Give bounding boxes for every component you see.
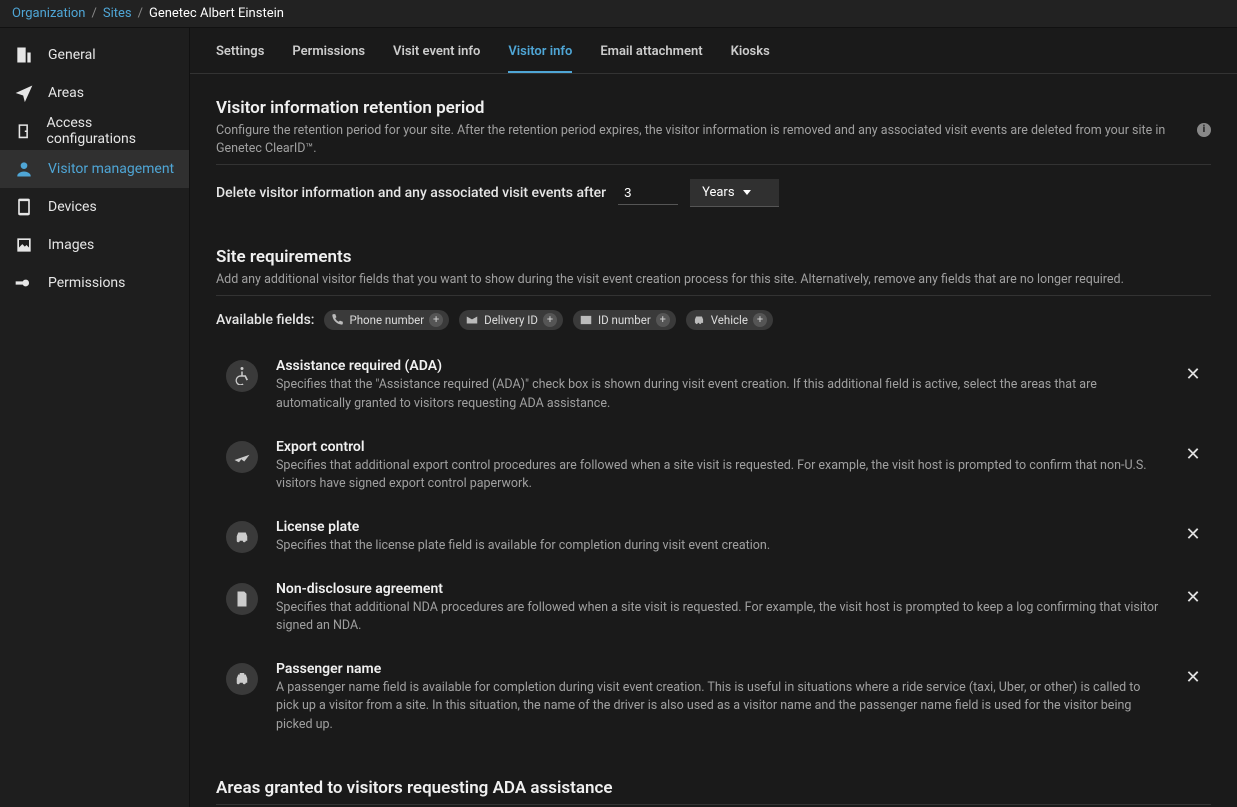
site-requirements-description: Add any additional visitor fields that y… bbox=[216, 271, 1211, 296]
visitor-icon bbox=[14, 159, 34, 179]
car-icon bbox=[226, 521, 258, 553]
requirement-description: Specifies that the license plate field i… bbox=[276, 537, 1163, 555]
requirement-title: Non-disclosure agreement bbox=[276, 581, 1163, 597]
sidebar-item-label: Access configurations bbox=[47, 115, 175, 147]
remove-icon[interactable]: ✕ bbox=[1181, 362, 1205, 386]
sidebar-item-general[interactable]: General bbox=[0, 36, 189, 74]
requirement-title: License plate bbox=[276, 519, 1163, 535]
key-icon bbox=[14, 273, 34, 293]
breadcrumb-sites[interactable]: Sites bbox=[103, 6, 132, 21]
chip-id-number[interactable]: ID number + bbox=[573, 310, 676, 330]
chip-label: Phone number bbox=[349, 313, 424, 327]
add-icon[interactable]: + bbox=[543, 313, 557, 327]
requirement-description: A passenger name field is available for … bbox=[276, 679, 1163, 733]
available-fields-label: Available fields: bbox=[216, 312, 314, 328]
retention-row-label: Delete visitor information and any assoc… bbox=[216, 185, 606, 201]
requirement-assistance-required-ada: Assistance required (ADA) Specifies that… bbox=[216, 348, 1211, 428]
add-icon[interactable]: + bbox=[429, 313, 443, 327]
wheelchair-icon bbox=[226, 360, 258, 392]
sidebar-item-label: Images bbox=[48, 237, 94, 253]
retention-unit-value: Years bbox=[702, 185, 734, 200]
sidebar-item-label: Devices bbox=[48, 199, 97, 215]
tab-visitor-info[interactable]: Visitor info bbox=[508, 44, 572, 73]
requirement-title: Passenger name bbox=[276, 661, 1163, 677]
navigation-icon bbox=[14, 83, 34, 103]
retention-heading: Visitor information retention period bbox=[216, 98, 1211, 118]
door-icon bbox=[14, 121, 33, 141]
site-requirements-heading: Site requirements bbox=[216, 247, 1211, 267]
retention-value-input[interactable] bbox=[618, 181, 678, 205]
image-icon bbox=[14, 235, 34, 255]
add-icon[interactable]: + bbox=[656, 313, 670, 327]
chip-delivery-id[interactable]: Delivery ID + bbox=[459, 310, 563, 330]
chip-phone-number[interactable]: Phone number + bbox=[324, 310, 449, 330]
sidebar-item-visitor-management[interactable]: Visitor management bbox=[0, 150, 189, 188]
tab-permissions[interactable]: Permissions bbox=[292, 44, 365, 73]
sidebar-item-label: General bbox=[48, 47, 96, 63]
retention-description: Configure the retention period for your … bbox=[216, 122, 1211, 165]
remove-icon[interactable]: ✕ bbox=[1181, 443, 1205, 467]
taxi-icon bbox=[226, 663, 258, 695]
tab-kiosks[interactable]: Kiosks bbox=[731, 44, 770, 73]
info-icon[interactable]: i bbox=[1197, 123, 1211, 137]
document-icon bbox=[226, 583, 258, 615]
tab-email-attachment[interactable]: Email attachment bbox=[600, 44, 702, 73]
breadcrumb-organization[interactable]: Organization bbox=[12, 6, 85, 21]
requirement-nda: Non-disclosure agreement Specifies that … bbox=[216, 571, 1211, 651]
device-icon bbox=[14, 197, 34, 217]
chevron-down-icon bbox=[743, 190, 751, 195]
add-icon[interactable]: + bbox=[753, 313, 767, 327]
package-icon bbox=[465, 313, 479, 327]
ada-areas-heading: Areas granted to visitors requesting ADA… bbox=[216, 778, 1211, 798]
sidebar-item-access-configurations[interactable]: Access configurations bbox=[0, 112, 189, 150]
sidebar-item-label: Permissions bbox=[48, 275, 125, 291]
breadcrumb-current: Genetec Albert Einstein bbox=[149, 6, 284, 21]
chip-label: Delivery ID bbox=[484, 313, 538, 327]
sidebar-item-devices[interactable]: Devices bbox=[0, 188, 189, 226]
requirement-description: Specifies that additional NDA procedures… bbox=[276, 599, 1163, 635]
main-content: Settings Permissions Visit event info Vi… bbox=[190, 28, 1237, 807]
sidebar-item-areas[interactable]: Areas bbox=[0, 74, 189, 112]
remove-icon[interactable]: ✕ bbox=[1181, 585, 1205, 609]
sidebar-item-label: Areas bbox=[48, 85, 84, 101]
building-icon bbox=[14, 45, 34, 65]
requirement-passenger-name: Passenger name A passenger name field is… bbox=[216, 651, 1211, 749]
requirement-description: Specifies that additional export control… bbox=[276, 457, 1163, 493]
breadcrumb: Organization / Sites / Genetec Albert Ei… bbox=[0, 0, 1237, 28]
tab-bar: Settings Permissions Visit event info Vi… bbox=[190, 28, 1237, 74]
requirement-license-plate: License plate Specifies that the license… bbox=[216, 509, 1211, 571]
chip-label: Vehicle bbox=[711, 313, 748, 327]
sidebar-item-permissions[interactable]: Permissions bbox=[0, 264, 189, 302]
retention-unit-select[interactable]: Years bbox=[690, 179, 778, 207]
tab-visit-event-info[interactable]: Visit event info bbox=[393, 44, 480, 73]
chip-vehicle[interactable]: Vehicle + bbox=[686, 310, 773, 330]
requirement-export-control: Export control Specifies that additional… bbox=[216, 429, 1211, 509]
requirement-title: Assistance required (ADA) bbox=[276, 358, 1163, 374]
remove-icon[interactable]: ✕ bbox=[1181, 523, 1205, 547]
plane-icon bbox=[226, 441, 258, 473]
phone-icon bbox=[330, 313, 344, 327]
requirement-title: Export control bbox=[276, 439, 1163, 455]
car-icon bbox=[692, 313, 706, 327]
id-card-icon bbox=[579, 313, 593, 327]
tab-settings[interactable]: Settings bbox=[216, 44, 264, 73]
sidebar-item-label: Visitor management bbox=[48, 161, 174, 177]
sidebar: General Areas Access configurations Visi… bbox=[0, 28, 190, 807]
sidebar-item-images[interactable]: Images bbox=[0, 226, 189, 264]
requirement-description: Specifies that the "Assistance required … bbox=[276, 376, 1163, 412]
remove-icon[interactable]: ✕ bbox=[1181, 665, 1205, 689]
chip-label: ID number bbox=[598, 313, 651, 327]
